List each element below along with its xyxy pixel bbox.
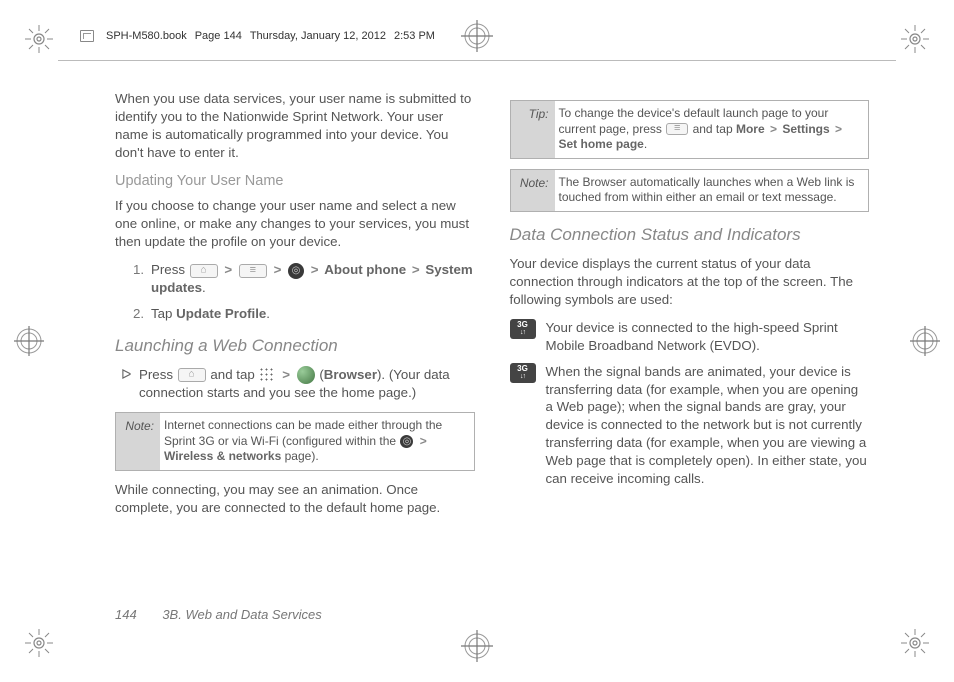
label-wireless-networks: Wireless & networks [164,449,281,463]
launch-content: Press and tap > (Browser). (Your data co… [139,366,475,402]
step-1: 1. Press > > > About phone > System upda… [133,261,475,297]
header-rule [58,60,896,61]
gt-icon: > [410,262,422,277]
header-pageref: Page 144 [195,30,242,42]
tip-box-homepage: Tip: To change the device's default laun… [510,100,870,159]
registration-bottom [461,630,493,662]
note2-text: The Browser automatically launches when … [555,170,869,211]
launch-and-tap: and tap [210,367,254,382]
heading-updating-username: Updating Your User Name [115,172,475,192]
gt-icon: > [833,122,844,136]
step-number: 1. [133,261,151,297]
sunburst-icon [901,25,929,53]
evdo-3g-icon: 3G↓↑ [510,319,536,339]
evdo-3g-active-icon: 3G↓↑ [510,363,536,383]
label-browser: Browser [324,367,377,382]
note-label: Note: [511,170,555,211]
connecting-text: While connecting, you may see an animati… [115,481,475,517]
heading-launching-web: Launching a Web Connection [115,335,475,358]
registration-right [910,326,940,356]
indicator-row-1: 3G↓↑ Your device is connected to the hig… [510,319,870,355]
sunburst-icon [25,629,53,657]
registration-icon [461,630,493,662]
sunburst-icon [25,25,53,53]
sunburst-icon [901,629,929,657]
section-title: 3B. Web and Data Services [162,607,321,622]
intro-text: When you use data services, your user na… [115,90,475,162]
settings-icon [288,263,304,279]
launch-bullet: ᐅ Press and tap > (Browser). (Your data … [121,366,475,402]
page-body: When you use data services, your user na… [115,90,869,632]
step-1-content: Press > > > About phone > System updates… [151,261,475,297]
note-content: Internet connections can be made either … [160,413,474,470]
gt-icon: > [309,262,321,277]
header-time: 2:53 PM [394,30,435,42]
indicator-2-text: When the signal bands are animated, your… [546,363,870,489]
left-column: When you use data services, your user na… [115,90,475,632]
globe-icon [297,366,315,384]
registration-top [461,20,493,52]
crop-mark-bl [25,629,53,657]
indicator-1-text: Your device is connected to the high-spe… [546,319,870,355]
step-2-content: Tap Update Profile. [151,305,270,323]
tip-label: Tip: [511,101,555,158]
registration-icon [910,326,940,356]
gt-icon: > [272,262,284,277]
label-settings: Settings [782,122,829,136]
page-number: 144 [115,607,137,622]
arrow-icon: ᐅ [121,366,139,402]
heading-data-connection-status: Data Connection Status and Indicators [510,224,870,247]
note-label: Note: [116,413,160,470]
gt-icon: > [280,367,292,382]
book-icon [80,30,94,42]
label-update-profile: Update Profile [176,306,266,321]
note1-text-b: page). [285,449,319,463]
registration-icon [461,20,493,52]
gt-icon: > [222,262,234,277]
launch-press: Press [139,367,173,382]
note-box-browser-launch: Note: The Browser automatically launches… [510,169,870,212]
step-2: 2. Tap Update Profile. [133,305,475,323]
note-box-internet: Note: Internet connections can be made e… [115,412,475,471]
crop-mark-tr [901,25,929,53]
label-more: More [736,122,765,136]
tip-content: To change the device's default launch pa… [555,101,869,158]
header-date: Thursday, January 12, 2012 [250,30,386,42]
label-about-phone: About phone [324,262,406,277]
step-number: 2. [133,305,151,323]
update-username-text: If you choose to change your user name a… [115,197,475,251]
registration-icon [14,326,44,356]
page-footer: 144 3B. Web and Data Services [115,607,322,622]
print-header: SPH-M580.book Page 144 Thursday, January… [80,30,435,42]
label-set-home-page: Set home page [559,137,644,151]
settings-icon [400,435,413,448]
menu-key-icon [239,264,267,278]
gt-icon: > [768,122,779,136]
header-filename: SPH-M580.book [106,30,187,42]
gt-icon: > [418,434,429,448]
crop-mark-br [901,629,929,657]
status-intro: Your device displays the current status … [510,255,870,309]
apps-grid-icon [259,367,275,383]
tip-text-b: and tap [693,122,733,136]
step2-tap: Tap [151,306,172,321]
home-key-icon [190,264,218,278]
registration-left [14,326,44,356]
crop-mark-tl [25,25,53,53]
menu-key-icon [666,123,688,135]
home-key-icon [178,368,206,382]
step1-press: Press [151,262,185,277]
indicator-row-2: 3G↓↑ When the signal bands are animated,… [510,363,870,489]
right-column: Tip: To change the device's default laun… [510,90,870,632]
